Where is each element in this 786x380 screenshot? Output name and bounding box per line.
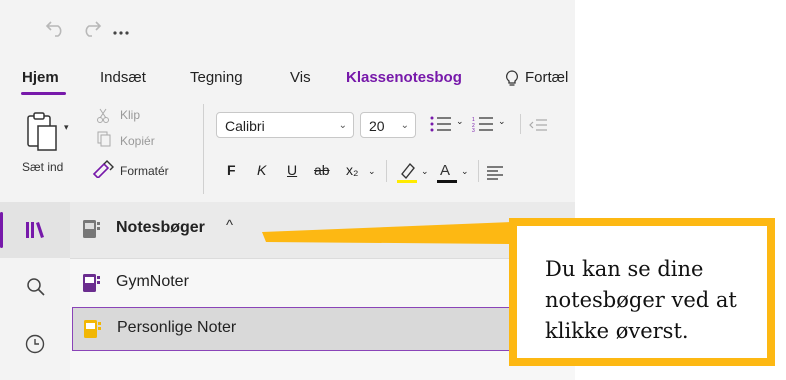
callout-text: Du kan se dine notesbøger ved at klikke … xyxy=(545,257,737,343)
callout-box: Du kan se dine notesbøger ved at klikke … xyxy=(509,218,775,366)
